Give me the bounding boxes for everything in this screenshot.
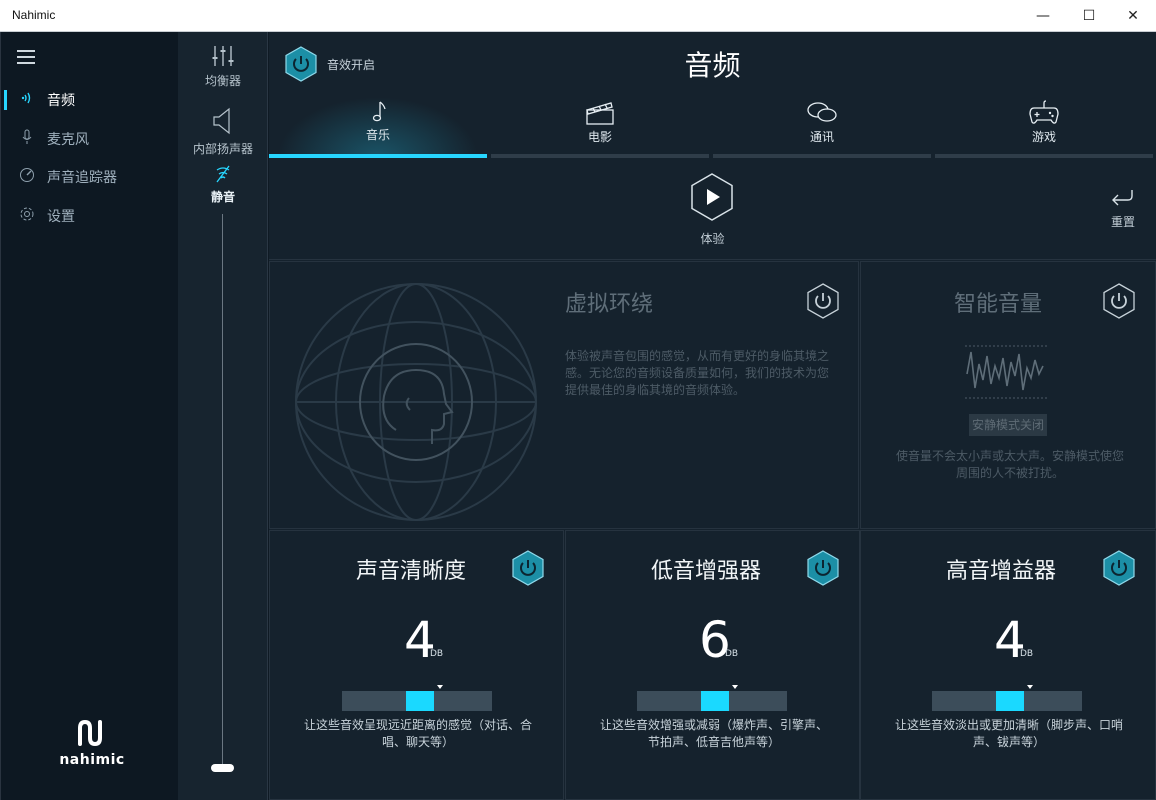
main-panel: 音效开启 音频 音乐 电影 通讯 游戏 体验 重置 虚拟环绕 体验被声音包围的感… — [269, 32, 1156, 800]
title-bar: Nahimic — ☐ ✕ — [0, 0, 1156, 32]
treble-boost-unit: DB — [1020, 649, 1034, 659]
treble-boost-title: 高音增益器 — [946, 559, 1057, 584]
equalizer-button[interactable]: 均衡器 — [178, 44, 268, 89]
voice-clarity-slider[interactable] — [342, 685, 492, 711]
voice-clarity-value: 4 — [404, 611, 436, 669]
mute-icon — [216, 165, 230, 183]
reset-icon — [1112, 190, 1133, 206]
music-note-icon — [372, 101, 386, 122]
nav-item-label: 声音追踪器 — [47, 170, 117, 186]
play-area: 体验 重置 — [269, 160, 1156, 260]
nav-item-settings[interactable]: 设置 — [1, 200, 179, 232]
clapperboard-icon — [586, 102, 614, 125]
voice-clarity-card: 声音清晰度 4 DB 让这些音效呈现远近距离的感觉（对话、合唱、聊天等） — [269, 530, 564, 800]
page-title: 音频 — [684, 49, 741, 82]
audio-wave-icon — [17, 91, 37, 109]
treble-boost-slider[interactable] — [932, 685, 1082, 711]
volume-slider-track[interactable] — [222, 214, 223, 766]
nav-item-label: 设置 — [47, 209, 75, 225]
virtual-surround-title: 虚拟环绕 — [565, 292, 654, 317]
smart-volume-panel: 智能音量 安静模式关闭 使音量不会太小声或太大声。安静模式使您周围的人不被打扰。 — [860, 261, 1156, 529]
maximize-button[interactable]: ☐ — [1066, 0, 1112, 32]
treble-boost-description: 让这些音效淡出或更加清晰（脚步声、口哨声、钹声等） — [895, 718, 1124, 749]
mute-button[interactable]: 静音 — [178, 164, 268, 205]
tab-label: 游戏 — [1031, 130, 1056, 144]
speaker-icon — [213, 107, 230, 135]
tab-communication[interactable]: 通讯 — [713, 92, 931, 158]
nahimic-logo-icon — [78, 720, 102, 746]
logo-text: nahimic — [59, 752, 125, 768]
slider-fill — [996, 691, 1024, 711]
tab-label: 音乐 — [365, 128, 390, 142]
slider-fill — [406, 691, 434, 711]
bass-boost-value: 6 — [699, 611, 731, 669]
slider-marker — [1027, 685, 1033, 689]
slider-marker — [732, 685, 738, 689]
speaker-button[interactable]: 内部扬声器 — [178, 106, 268, 157]
voice-clarity-power-button[interactable] — [510, 549, 546, 587]
tab-label: 通讯 — [809, 130, 834, 144]
microphone-icon — [17, 129, 37, 149]
maximize-icon: ☐ — [1082, 8, 1096, 24]
app-title: Nahimic — [12, 8, 56, 22]
slider-marker — [437, 685, 443, 689]
reset-label: 重置 — [1110, 215, 1135, 229]
minimize-icon: — — [1036, 8, 1050, 24]
reset-button[interactable]: 重置 — [1105, 188, 1141, 230]
bass-boost-card: 低音增强器 6 DB 让这些音效增强或减弱（爆炸声、引擎声、节拍声、低音吉他声等… — [565, 530, 860, 800]
sphere-head-illustration — [295, 283, 537, 521]
tab-movie[interactable]: 电影 — [491, 92, 709, 158]
virtual-surround-description: 体验被声音包围的感觉，从而有更好的身临其境之感。无论您的音频设备质量如何，我们的… — [565, 349, 830, 397]
nav-item-microphone[interactable]: 麦克风 — [1, 123, 179, 155]
tab-music[interactable]: 音乐 — [269, 92, 487, 158]
tab-label: 电影 — [587, 130, 612, 144]
device-column: 均衡器 内部扬声器 静音 — [178, 32, 268, 800]
waveform-icon — [965, 345, 1049, 399]
nav-item-audio[interactable]: 音频 — [1, 84, 179, 116]
treble-boost-power-button[interactable] — [1101, 549, 1137, 587]
nav-item-label: 麦克风 — [47, 132, 89, 148]
voice-clarity-unit: DB — [430, 649, 444, 659]
virtual-surround-power-button[interactable] — [805, 282, 841, 320]
bass-boost-title: 低音增强器 — [651, 559, 762, 584]
nav-item-sound-tracker[interactable]: 声音追踪器 — [1, 161, 179, 193]
hamburger-menu-icon[interactable] — [17, 50, 35, 64]
volume-slider-thumb[interactable] — [211, 764, 234, 772]
speaker-label: 内部扬声器 — [192, 142, 253, 156]
smart-volume-title: 智能音量 — [954, 292, 1043, 317]
close-icon: ✕ — [1127, 8, 1139, 24]
treble-boost-value: 4 — [994, 611, 1026, 669]
play-button[interactable] — [689, 172, 735, 222]
minimize-button[interactable]: — — [1020, 0, 1066, 32]
virtual-surround-panel: 虚拟环绕 体验被声音包围的感觉，从而有更好的身临其境之感。无论您的音频设备质量如… — [269, 261, 859, 529]
gamepad-icon — [1029, 100, 1059, 124]
tab-gaming[interactable]: 游戏 — [935, 92, 1153, 158]
smart-volume-power-button[interactable] — [1101, 282, 1137, 320]
bass-boost-slider[interactable] — [637, 685, 787, 711]
chat-bubbles-icon — [807, 102, 837, 122]
quiet-mode-toggle[interactable]: 安静模式关闭 — [969, 414, 1047, 436]
equalizer-label: 均衡器 — [204, 74, 241, 88]
bass-boost-description: 让这些音效增强或减弱（爆炸声、引擎声、节拍声、低音吉他声等） — [600, 718, 829, 749]
profile-tabs: 音乐 电影 通讯 游戏 — [269, 92, 1156, 158]
bass-boost-unit: DB — [725, 649, 739, 659]
slider-fill — [701, 691, 729, 711]
gear-icon — [17, 206, 37, 226]
nav-item-label: 音频 — [47, 93, 75, 109]
close-button[interactable]: ✕ — [1110, 0, 1156, 32]
treble-boost-card: 高音增益器 4 DB 让这些音效淡出或更加清晰（脚步声、口哨声、钹声等） — [860, 530, 1156, 800]
bass-boost-power-button[interactable] — [805, 549, 841, 587]
voice-clarity-title: 声音清晰度 — [356, 559, 467, 584]
smart-volume-description: 使音量不会太小声或太大声。安静模式使您周围的人不被打扰。 — [895, 449, 1124, 480]
play-label: 体验 — [700, 232, 725, 246]
left-nav: 音频 麦克风 声音追踪器 设置 nahimic — [0, 32, 178, 800]
voice-clarity-description: 让这些音效呈现远近距离的感觉（对话、合唱、聊天等） — [304, 718, 533, 749]
sound-tracker-icon — [17, 167, 37, 187]
equalizer-icon — [212, 46, 234, 66]
mute-label: 静音 — [210, 190, 235, 204]
nahimic-logo: nahimic — [57, 720, 127, 768]
